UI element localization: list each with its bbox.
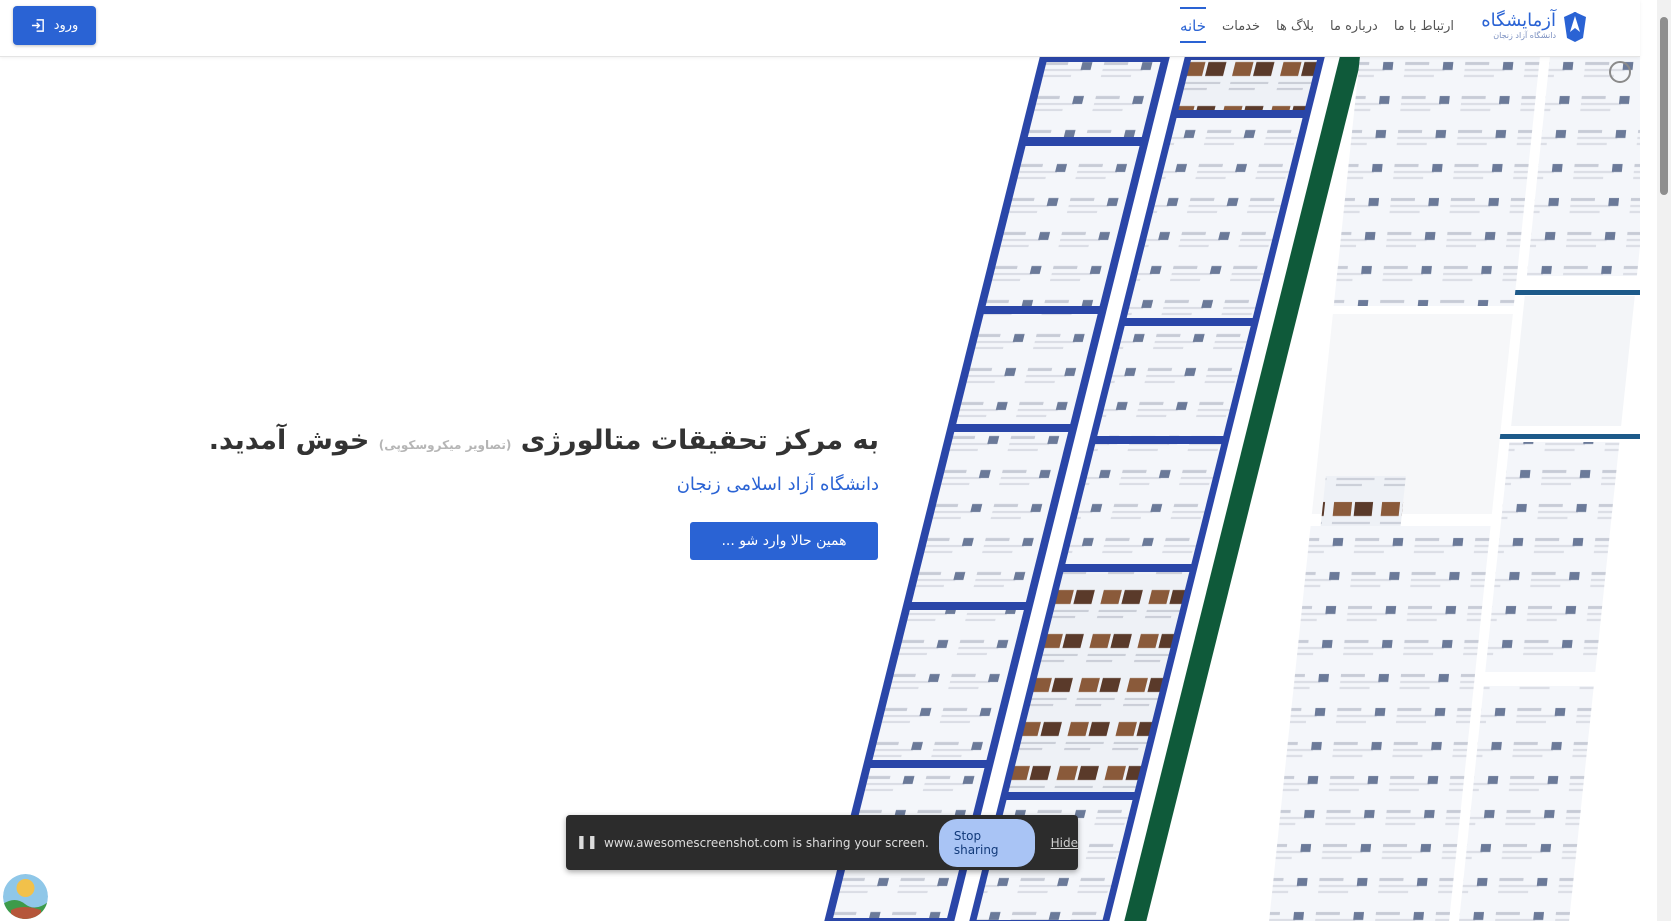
- hero-text: به مرکز تحقیقات متالورژی (تصاویر میکروسک…: [209, 425, 879, 495]
- hero-collage-image: [800, 56, 1640, 921]
- collage-graphic: [824, 56, 1640, 921]
- login-label: ورود: [53, 18, 79, 33]
- login-icon: [31, 19, 44, 32]
- avatar-icon[interactable]: [3, 874, 48, 919]
- share-message: www.awesomescreenshot.com is sharing you…: [604, 835, 929, 850]
- nav-links: خانه خدمات بلاگ ها درباره ما ارتباط با م…: [1179, 0, 1454, 52]
- screen-share-bar: ❚❚ www.awesomescreenshot.com is sharing …: [566, 815, 1078, 870]
- hide-link[interactable]: Hide: [1051, 836, 1078, 850]
- top-navbar: ورود خانه خدمات بلاگ ها درباره ما ارتباط…: [0, 0, 1640, 57]
- scroll-thumb[interactable]: [1660, 17, 1668, 195]
- hero-title-end: خوش آمدید.: [208, 425, 370, 456]
- brand-text: آزمایشگاه دانشگاه آزاد زنجان: [1481, 11, 1556, 41]
- nav-link-blogs[interactable]: بلاگ ها: [1276, 13, 1314, 40]
- nav-link-about[interactable]: درباره ما: [1330, 13, 1378, 40]
- pause-icon: ❚❚: [576, 835, 598, 850]
- hero-title: به مرکز تحقیقات متالورژی (تصاویر میکروسک…: [209, 425, 879, 456]
- hero-title-sub: (تصاویر میکروسکوپی): [378, 438, 512, 452]
- brand-subtitle: دانشگاه آزاد زنجان: [1493, 31, 1556, 40]
- brand-name: آزمایشگاه: [1481, 10, 1556, 31]
- nav-link-home[interactable]: خانه: [1179, 7, 1207, 43]
- brand[interactable]: آزمایشگاه دانشگاه آزاد زنجان: [1481, 6, 1588, 46]
- login-button[interactable]: ورود: [13, 6, 96, 45]
- page-scrollbar[interactable]: [1657, 0, 1671, 921]
- university-logo-icon: [1564, 12, 1586, 42]
- nav-link-services[interactable]: خدمات: [1222, 13, 1260, 40]
- stop-sharing-button[interactable]: Stop sharing: [938, 818, 1035, 867]
- hero-subtitle: دانشگاه آزاد اسلامی زنجان: [676, 474, 879, 495]
- nav-link-contact[interactable]: ارتباط با ما: [1394, 13, 1454, 40]
